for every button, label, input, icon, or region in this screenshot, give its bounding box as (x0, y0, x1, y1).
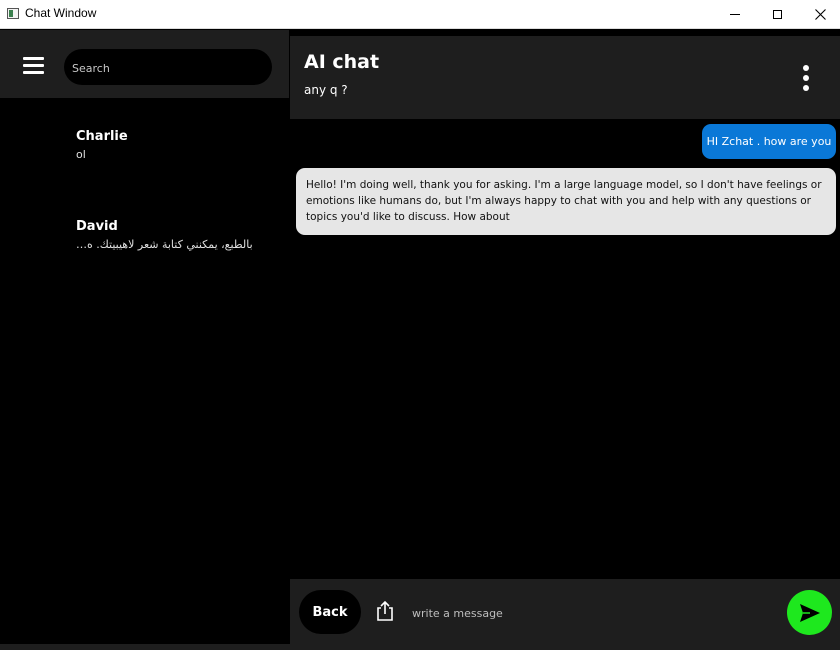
search-input[interactable] (70, 58, 264, 78)
title-bar: Chat Window (0, 0, 840, 29)
send-button[interactable] (787, 590, 832, 635)
close-button[interactable] (797, 0, 840, 29)
maximize-icon (772, 10, 782, 19)
chat-header: AI chat any q ? (290, 36, 840, 119)
contact-name: Charlie (76, 129, 128, 144)
message-input[interactable] (410, 603, 754, 623)
contact-item-david[interactable]: David بالطبع، يمكنني كتابة شعر لاهيبيتك.… (0, 219, 289, 279)
composer-bar: Back (290, 579, 840, 644)
contact-preview: بالطبع، يمكنني كتابة شعر لاهيبيتك. ه… (76, 238, 253, 251)
window-title: Chat Window (25, 6, 97, 20)
close-icon (814, 9, 826, 20)
chat-title: AI chat (304, 51, 380, 73)
sidebar-header (0, 30, 289, 98)
app-icon (7, 8, 19, 19)
share-icon[interactable] (375, 600, 395, 622)
maximize-button[interactable] (754, 0, 800, 29)
more-options-icon[interactable] (803, 65, 809, 91)
minimize-button[interactable] (712, 0, 758, 29)
contact-item-charlie[interactable]: Charlie ol (0, 129, 289, 189)
incoming-message: Hello! I'm doing well, thank you for ask… (296, 168, 836, 235)
contact-preview: ol (76, 148, 86, 161)
back-button[interactable]: Back (299, 590, 361, 634)
chat-subtitle: any q ? (304, 83, 348, 97)
chat-panel: AI chat any q ? HI Zchat . how are you H… (290, 30, 840, 650)
menu-icon[interactable] (23, 57, 44, 75)
outgoing-message: HI Zchat . how are you (702, 124, 836, 159)
send-icon (799, 603, 820, 622)
sidebar: Charlie ol David بالطبع، يمكنني كتابة شع… (0, 30, 289, 650)
window-bottom-edge (0, 644, 840, 650)
search-box (64, 49, 272, 85)
minimize-icon (730, 14, 740, 15)
contact-name: David (76, 219, 118, 234)
